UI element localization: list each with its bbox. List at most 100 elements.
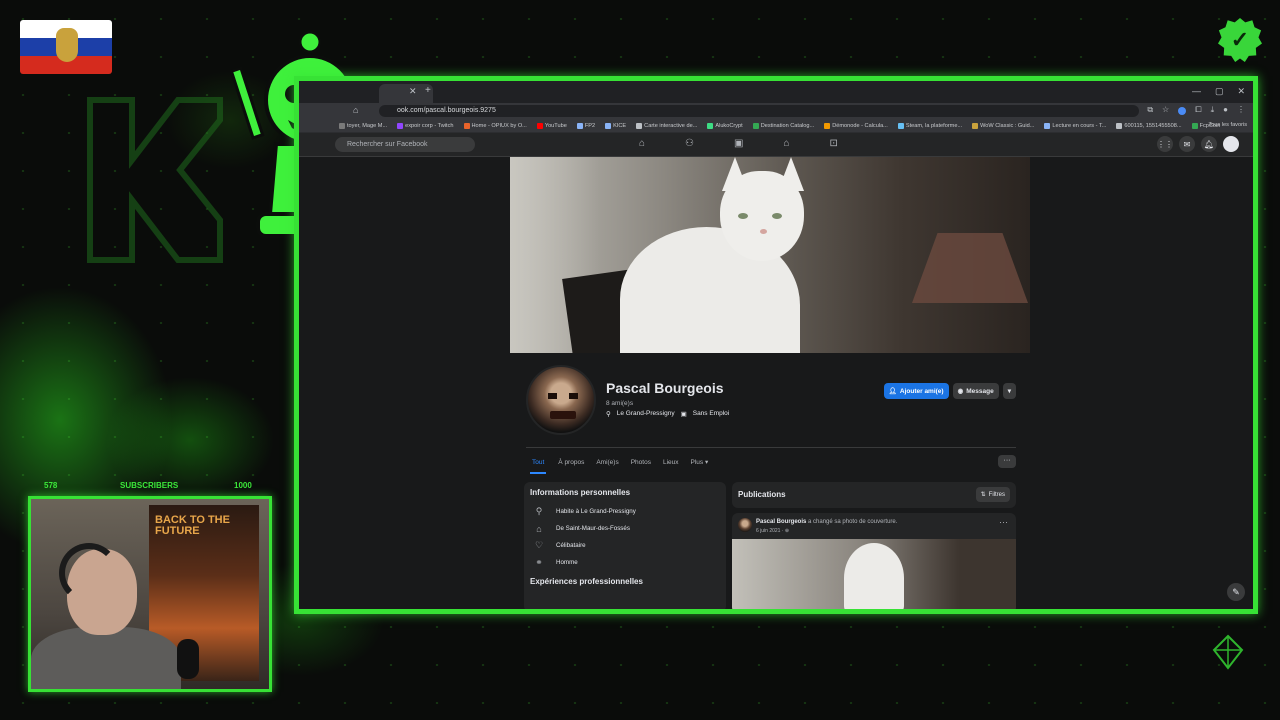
- maximize-icon[interactable]: ▢: [1215, 86, 1224, 97]
- profile-location: Le Grand-Pressigny: [616, 410, 675, 417]
- post-options-icon[interactable]: ···: [999, 517, 1008, 527]
- bookmark-item[interactable]: Steam, la plateforme...: [897, 122, 963, 129]
- bookmark-favicon-icon: [605, 122, 612, 129]
- add-friend-button[interactable]: 👤︎ Ajouter ami(e): [883, 383, 949, 399]
- bookmark-label: expoir corp - Twitch: [405, 122, 454, 129]
- post-image-cat: [844, 543, 904, 609]
- bookmark-item[interactable]: AlukoCrypt: [707, 122, 743, 129]
- browser-tab-bar: ✕ + — ▢ ✕: [299, 81, 1253, 103]
- notifications-bell-icon[interactable]: 🔔︎: [1201, 136, 1217, 152]
- bookmark-favicon-icon: [1044, 122, 1051, 129]
- bookmark-item[interactable]: Home - OPIUX by O...: [463, 122, 527, 129]
- friends-icon[interactable]: ⚇: [685, 138, 694, 149]
- facebook-search-input[interactable]: Rechercher sur Facebook: [335, 137, 475, 152]
- tab-places[interactable]: Lieux: [663, 459, 679, 466]
- close-tab-icon[interactable]: ✕: [409, 86, 417, 97]
- intro-item: ♡ Célibataire: [530, 537, 720, 554]
- marketplace-icon[interactable]: ⌂: [783, 138, 789, 149]
- bookmark-favicon-icon: [752, 122, 759, 129]
- subscriber-label: SUBSCRIBERS: [120, 481, 179, 490]
- new-tab-icon[interactable]: +: [425, 85, 431, 96]
- bookmark-label: Destination Catalog...: [760, 122, 815, 129]
- bookmark-item[interactable]: Carte interactive de...: [636, 122, 697, 129]
- account-avatar[interactable]: [1223, 136, 1239, 152]
- bookmark-favicon-icon: [897, 122, 904, 129]
- tab-friends[interactable]: Ami(e)s: [596, 459, 618, 466]
- profile-job: Sans Emploi: [692, 410, 730, 417]
- all-bookmarks-button[interactable]: Tous les favoris: [1208, 122, 1247, 128]
- profile-icon[interactable]: ●: [1223, 105, 1228, 115]
- post-author[interactable]: Pascal Bourgeois: [756, 519, 806, 525]
- publications-header: Publications ⇅ Filtres: [732, 482, 1016, 508]
- home-icon[interactable]: ⌂: [639, 138, 645, 149]
- microphone-icon: [177, 639, 199, 679]
- profile-header: Pascal Bourgeois 8 ami(e)s ⚲ Le Grand-Pr…: [526, 363, 1016, 439]
- bookmark-label: Steam, la plateforme...: [905, 122, 963, 129]
- bookmark-star-icon[interactable]: ☆: [1162, 105, 1169, 115]
- k-logo-icon: [87, 97, 223, 263]
- close-window-icon[interactable]: ✕: [1237, 86, 1245, 97]
- facebook-header-right: ⋮⋮ ✉ 🔔︎: [1157, 136, 1239, 152]
- bookmark-favicon-icon: [576, 122, 583, 129]
- extension-icon[interactable]: [1178, 107, 1187, 115]
- intro-card: Informations personnelles ⚲ Habite à Le …: [524, 482, 726, 609]
- bookmark-favicon-icon: [463, 122, 470, 129]
- bookmark-item[interactable]: toyer, Mage M...: [339, 122, 387, 129]
- intro-item-text: Homme: [556, 559, 578, 566]
- bookmark-item[interactable]: KICE: [605, 122, 626, 129]
- more-options-button[interactable]: ▾: [1002, 383, 1016, 399]
- bookmark-favicon-icon: [536, 122, 543, 129]
- new-message-icon[interactable]: ✎: [1227, 583, 1245, 601]
- bookmark-item[interactable]: WoW Classic : Guid...: [972, 122, 1035, 129]
- messenger-icon[interactable]: ✉: [1179, 136, 1195, 152]
- bookmark-favicon-icon: [972, 122, 979, 129]
- message-label: Message: [966, 387, 994, 395]
- gaming-icon[interactable]: ⊡: [830, 138, 838, 149]
- install-icon[interactable]: ⧉: [1147, 105, 1153, 115]
- intro-item: ⌂ De Saint-Maur-des-Fossés: [530, 520, 720, 537]
- extensions-puzzle-icon[interactable]: ⧠: [1195, 105, 1201, 115]
- download-icon[interactable]: ⤓: [1211, 105, 1215, 115]
- post-date[interactable]: 6 juin 2021 · ⊕: [756, 528, 789, 534]
- bookmark-item[interactable]: FP2: [576, 122, 595, 129]
- message-button[interactable]: ◉ Message: [952, 383, 999, 399]
- tab-about[interactable]: À propos: [558, 459, 584, 466]
- bookmark-item[interactable]: YouTube: [536, 122, 567, 129]
- filters-button[interactable]: ⇅ Filtres: [975, 487, 1010, 502]
- briefcase-icon: ▣: [680, 411, 687, 418]
- tabs-overflow-button[interactable]: ···: [998, 455, 1016, 468]
- publications-title: Publications: [738, 490, 786, 499]
- bookmark-label: 600115, 1551455508...: [1124, 122, 1182, 129]
- tab-photos[interactable]: Photos: [631, 459, 651, 466]
- profile-meta: ⚲ Le Grand-Pressigny ▣ Sans Emploi: [606, 410, 729, 418]
- tab-more-label: Plus: [690, 459, 704, 466]
- menu-grid-icon[interactable]: ⋮⋮: [1157, 136, 1173, 152]
- bookmark-item[interactable]: Lecture en cours - T...: [1044, 122, 1106, 129]
- cover-photo[interactable]: [510, 157, 1030, 353]
- menu-kebab-icon[interactable]: ⋮: [1237, 105, 1245, 115]
- intro-item-text: Habite à Le Grand-Pressigny: [556, 508, 636, 515]
- emerald-logo-icon: [1212, 634, 1244, 670]
- post-action: a changé sa photo de couverture.: [808, 519, 898, 525]
- tab-all[interactable]: Tout: [530, 451, 547, 474]
- minimize-icon[interactable]: —: [1192, 86, 1201, 97]
- url-bar[interactable]: ook.com/pascal.bourgeois.9275: [379, 105, 1139, 117]
- home-icon[interactable]: ⌂: [353, 105, 358, 115]
- video-icon[interactable]: ▣: [734, 138, 743, 149]
- post-avatar[interactable]: [738, 518, 752, 532]
- add-friend-label: Ajouter ami(e): [899, 387, 944, 395]
- profile-actions: 👤︎ Ajouter ami(e) ◉ Message ▾: [883, 383, 1016, 399]
- bookmark-item[interactable]: Démonode - Calcula...: [824, 122, 888, 129]
- bookmark-item[interactable]: 600115, 1551455508...: [1116, 122, 1182, 129]
- friends-count[interactable]: 8 ami(e)s: [606, 400, 633, 407]
- bookmark-favicon-icon: [397, 122, 404, 129]
- profile-avatar[interactable]: [526, 365, 596, 435]
- bookmark-item[interactable]: expoir corp - Twitch: [397, 122, 454, 129]
- bookmark-item[interactable]: Destination Catalog...: [752, 122, 815, 129]
- bookmark-favicon-icon: [824, 122, 831, 129]
- bookmark-label: Home - OPIUX by O...: [471, 122, 527, 129]
- tab-more[interactable]: Plus ▾: [691, 458, 709, 466]
- home-icon: ⌂: [536, 523, 542, 534]
- bookmark-label: WoW Classic : Guid...: [980, 122, 1035, 129]
- russian-flag-icon: [20, 20, 112, 74]
